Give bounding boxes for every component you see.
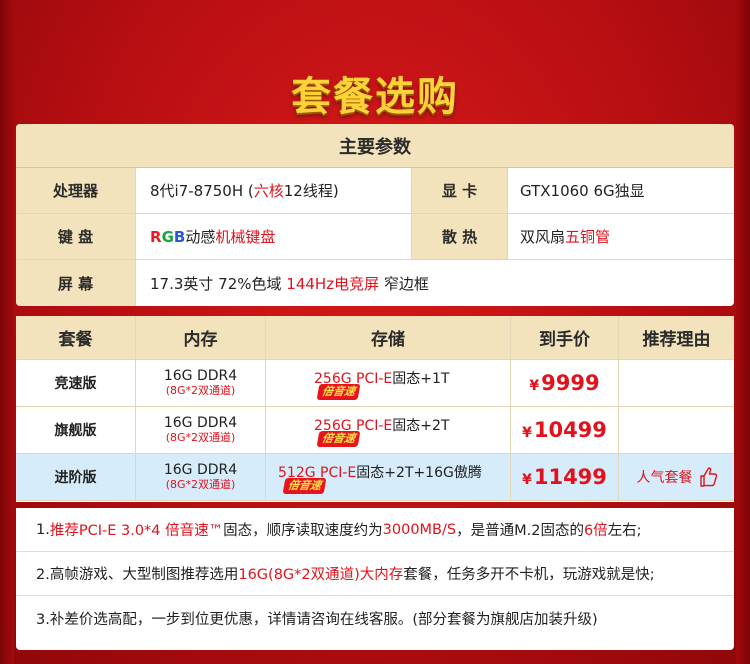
note-highlight: 3000MB/S xyxy=(382,521,457,538)
notes-panel: 1. 推荐PCI-E 3.0*4 倍音速™ 固态，顺序读取速度约为 3000MB/S，… xyxy=(16,508,734,650)
page-title: 套餐选购 xyxy=(291,74,459,120)
storage-cell: 512G PCI-E固态+2T+16G傲腾 倍音速 xyxy=(266,454,511,500)
params-header: 主要参数 xyxy=(16,124,734,168)
note-item: 1. 推荐PCI-E 3.0*4 倍音速™ 固态，顺序读取速度约为 3000MB/S，… xyxy=(16,508,734,552)
note-text: 2.高帧游戏、大型制图推荐选用 xyxy=(36,567,239,583)
reason-cell: 人气套餐 xyxy=(619,454,734,500)
price-value: 11499 xyxy=(533,465,607,489)
params-row-screen: 屏 幕 17.3英寸 72%色域 144Hz电竞屏 窄边框 xyxy=(16,260,734,306)
params-row-keyboard: 键 盘 R G B 动感 机械键盘 散 热 双风扇 五铜管 xyxy=(16,214,734,260)
main-params-table: 主要参数 处理器 8代i7-8750H (六核 12线程) 显 卡 GTX1060… xyxy=(16,124,734,306)
package-name: 进阶版 xyxy=(16,454,136,500)
param-text: 17.3英寸 72%色域 xyxy=(150,274,287,293)
memory-cell: 16G DDR4 (8G*2双通道) xyxy=(136,454,266,500)
note-text: 左右; xyxy=(607,523,642,539)
reason-text: 人气套餐 xyxy=(636,470,693,486)
param-label: 屏 幕 xyxy=(16,260,136,306)
currency-symbol: ¥ xyxy=(529,378,540,394)
param-text: 双风扇 xyxy=(520,228,566,246)
memory-cell: 16G DDR4 (8G*2双通道) xyxy=(136,360,266,406)
memory-spec: 16G DDR4 xyxy=(163,415,238,431)
memory-channel: (8G*2双通道) xyxy=(165,478,236,491)
params-row-cpu: 处理器 8代i7-8750H (六核 12线程) 显 卡 GTX1060 6G独显 xyxy=(16,168,734,214)
price-value: 9999 xyxy=(541,371,600,395)
memory-channel: (8G*2双通道) xyxy=(165,431,236,444)
price: ¥10499 xyxy=(522,418,607,442)
storage-cell: 256G PCI-E固态+1T 倍音速 xyxy=(266,360,511,406)
param-value: 双风扇 五铜管 xyxy=(508,214,734,259)
thumbs-up-icon xyxy=(699,467,717,487)
param-label: 处理器 xyxy=(16,168,136,213)
column-header: 到手价 xyxy=(511,316,619,359)
note-text: 固态，顺序读取速度约为 xyxy=(223,523,383,539)
note-highlight: 16G(8G*2双通道)大内存 xyxy=(238,567,404,583)
package-row[interactable]: 竞速版 16G DDR4 (8G*2双通道) 256G PCI-E固态+1T 倍… xyxy=(16,360,734,407)
price-cell: ¥11499 xyxy=(511,454,619,500)
param-highlight: 机械键盘 xyxy=(215,228,276,246)
price-value: 10499 xyxy=(533,418,607,442)
reason-cell xyxy=(619,360,734,406)
param-text: 8代i7-8750H ( xyxy=(150,182,254,200)
package-row-highlighted[interactable]: 进阶版 16G DDR4 (8G*2双通道) 512G PCI-E固态+2T+1… xyxy=(16,454,734,501)
package-table: 套餐 内存 存储 到手价 推荐理由 竞速版 16G DDR4 (8G*2双通道)… xyxy=(16,316,734,502)
param-label: 键 盘 xyxy=(16,214,136,259)
param-highlight: 144Hz电竞屏 xyxy=(286,274,380,293)
param-text: 动感 xyxy=(185,228,216,246)
speed-badge: 倍音速 xyxy=(316,384,361,400)
param-label: 显 卡 xyxy=(412,168,508,213)
speed-badge: 倍音速 xyxy=(316,431,361,447)
param-value: 17.3英寸 72%色域 144Hz电竞屏 窄边框 xyxy=(136,260,734,306)
memory-spec: 16G DDR4 xyxy=(163,368,238,384)
note-highlight: 推荐PCI-E 3.0*4 倍音速™ xyxy=(49,523,224,539)
package-header-row: 套餐 内存 存储 到手价 推荐理由 xyxy=(16,316,734,360)
column-header: 套餐 xyxy=(16,316,136,359)
price-cell: ¥10499 xyxy=(511,407,619,453)
reason-cell xyxy=(619,407,734,453)
rgb-letter: R xyxy=(150,227,162,246)
param-highlight: 六核 xyxy=(253,182,284,200)
param-text: 窄边框 xyxy=(379,274,429,293)
column-header: 存储 xyxy=(266,316,511,359)
storage-cell: 256G PCI-E固态+2T 倍音速 xyxy=(266,407,511,453)
note-text: ，是普通M.2固态的 xyxy=(456,523,584,539)
note-text: 套餐，任务多开不卡机，玩游戏就是快; xyxy=(403,567,655,583)
currency-symbol: ¥ xyxy=(522,472,532,488)
param-value: GTX1060 6G独显 xyxy=(520,182,645,200)
memory-cell: 16G DDR4 (8G*2双通道) xyxy=(136,407,266,453)
param-text: 12线程) xyxy=(283,182,339,200)
note-highlight: 6倍 xyxy=(583,523,608,539)
storage-text: 固态+2T xyxy=(392,418,450,434)
speed-badge: 倍音速 xyxy=(282,478,327,494)
column-header: 内存 xyxy=(136,316,266,359)
price-cell: ¥9999 xyxy=(511,360,619,406)
note-item: 2.高帧游戏、大型制图推荐选用 16G(8G*2双通道)大内存 套餐，任务多开不卡机… xyxy=(16,552,734,596)
param-value: 8代i7-8750H (六核 12线程) xyxy=(136,168,412,213)
memory-channel: (8G*2双通道) xyxy=(165,384,236,397)
rgb-letter: B xyxy=(173,227,186,246)
package-name: 竞速版 xyxy=(16,360,136,406)
currency-symbol: ¥ xyxy=(522,425,532,441)
param-value: R G B 动感 机械键盘 xyxy=(136,214,412,259)
rgb-letter: G xyxy=(161,227,174,246)
column-header: 推荐理由 xyxy=(642,330,711,350)
param-label: 散 热 xyxy=(412,214,508,259)
param-highlight: 五铜管 xyxy=(565,228,611,246)
package-name: 旗舰版 xyxy=(16,407,136,453)
note-text: 3.补差价选高配，一步到位更优惠，详情请咨询在线客服。(部分套餐为旗舰店加装升级… xyxy=(36,611,598,628)
note-text: 1. xyxy=(36,521,50,538)
storage-text: 固态+1T xyxy=(392,371,450,387)
note-item: 3.补差价选高配，一步到位更优惠，详情请咨询在线客服。(部分套餐为旗舰店加装升级… xyxy=(16,596,734,640)
price: ¥9999 xyxy=(529,371,599,395)
memory-spec: 16G DDR4 xyxy=(163,462,238,478)
storage-text: 固态+2T+16G傲腾 xyxy=(356,465,482,481)
price: ¥11499 xyxy=(522,465,607,489)
package-row[interactable]: 旗舰版 16G DDR4 (8G*2双通道) 256G PCI-E固态+2T 倍… xyxy=(16,407,734,454)
